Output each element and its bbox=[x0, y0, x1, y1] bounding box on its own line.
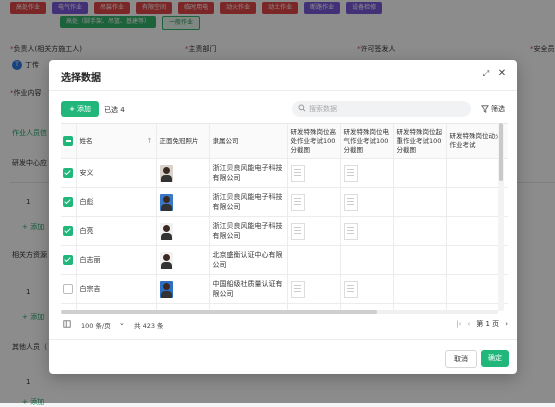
confirm-button[interactable]: 确定 bbox=[481, 350, 509, 367]
certificate-thumbnail[interactable] bbox=[343, 193, 358, 211]
table-row[interactable]: 白志丽 北京盛衡认证中心有限公司 bbox=[61, 245, 508, 275]
columns-icon[interactable] bbox=[63, 320, 71, 328]
row-cert-cell bbox=[340, 187, 394, 217]
col-lifting-cert: 研发特殊岗位起重作业考试100分截图 bbox=[393, 124, 447, 159]
row-photo-cell bbox=[156, 274, 210, 304]
row-cert-cell bbox=[393, 187, 447, 217]
certificate-thumbnail[interactable] bbox=[290, 164, 305, 182]
add-button-label: 添加 bbox=[76, 105, 91, 113]
select-data-dialog: 选择数据 ⤢ ✕ +添加 已选 4 筛选 姓名↑ 正面免冠照片 隶属公司 研发特… bbox=[49, 60, 517, 374]
row-cert-cell bbox=[340, 158, 394, 188]
plus-icon: + bbox=[69, 105, 75, 113]
selected-count: 已选 4 bbox=[104, 106, 125, 114]
row-company: 浙江贝良风能电子科技有限公司 bbox=[209, 158, 288, 188]
row-company: 浙江贝良风能电子科技有限公司 bbox=[209, 216, 288, 246]
table-row[interactable]: 白彪 浙江贝良风能电子科技有限公司 bbox=[61, 187, 508, 217]
table-row[interactable]: 安义 浙江贝良风能电子科技有限公司 bbox=[61, 158, 508, 188]
row-cert-cell bbox=[393, 274, 447, 304]
row-name: 白彪 bbox=[76, 187, 157, 217]
filter-label: 筛选 bbox=[491, 105, 505, 113]
row-cert-cell bbox=[287, 158, 341, 188]
row-cert-cell bbox=[340, 245, 394, 275]
certificate-thumbnail[interactable] bbox=[290, 193, 305, 211]
row-cert-cell bbox=[340, 216, 394, 246]
row-company: 北京盛衡认证中心有限公司 bbox=[209, 245, 288, 275]
row-checkbox[interactable] bbox=[63, 226, 74, 236]
data-table: 姓名 ↑ 正面免冠照片 隶属公司 研发特殊岗位高处作业考试100分截图 研发特殊岗… bbox=[61, 123, 508, 312]
table-row[interactable]: 白亮 浙江贝良风能电子科技有限公司 bbox=[61, 216, 508, 246]
page-indicator: 第 1 页 bbox=[476, 320, 500, 328]
maximize-icon[interactable]: ⤢ bbox=[481, 69, 491, 79]
horizontal-scroll-thumb[interactable] bbox=[61, 310, 377, 314]
col-photo: 正面免冠照片 bbox=[156, 124, 210, 159]
row-checkbox[interactable] bbox=[63, 255, 74, 265]
row-photo-cell bbox=[156, 187, 210, 217]
row-company: 浙江贝良风能电子科技有限公司 bbox=[209, 187, 288, 217]
table-row[interactable]: 白宗吉 中国船级社质量认证有限公司 bbox=[61, 274, 508, 304]
portrait-image[interactable] bbox=[159, 164, 173, 182]
certificate-thumbnail[interactable] bbox=[343, 222, 358, 240]
row-photo-cell bbox=[156, 158, 210, 188]
row-cert-cell bbox=[287, 216, 341, 246]
row-cert-cell bbox=[340, 274, 394, 304]
select-all-checkbox[interactable] bbox=[63, 136, 74, 146]
row-photo-cell bbox=[156, 245, 210, 275]
close-icon[interactable]: ✕ bbox=[496, 68, 508, 80]
page-size-select[interactable]: 100 条/页 bbox=[81, 320, 111, 330]
dialog-title: 选择数据 bbox=[61, 73, 101, 84]
row-checkbox[interactable] bbox=[63, 168, 74, 178]
certificate-thumbnail[interactable] bbox=[290, 280, 305, 298]
horizontal-scrollbar[interactable] bbox=[61, 310, 498, 314]
prev-page-icon[interactable]: ‹ bbox=[467, 320, 470, 328]
total-count: 共 423 条 bbox=[134, 322, 164, 330]
col-electric-cert: 研发特殊岗位电气作业考试100分截图 bbox=[340, 124, 394, 159]
vertical-scroll-thumb[interactable] bbox=[499, 123, 503, 181]
certificate-thumbnail[interactable] bbox=[343, 280, 358, 298]
portrait-image[interactable] bbox=[159, 193, 173, 211]
row-checkbox[interactable] bbox=[63, 197, 74, 207]
row-name: 白亮 bbox=[76, 216, 157, 246]
row-cert-cell bbox=[393, 158, 447, 188]
certificate-thumbnail[interactable] bbox=[290, 222, 305, 240]
row-cert-cell bbox=[393, 216, 447, 246]
row-photo-cell bbox=[156, 216, 210, 246]
vertical-scrollbar[interactable] bbox=[498, 123, 504, 311]
row-name: 白宗吉 bbox=[76, 274, 157, 304]
row-name: 安义 bbox=[76, 158, 157, 188]
next-page-icon[interactable]: › bbox=[505, 320, 508, 328]
col-height-cert: 研发特殊岗位高处作业考试100分截图 bbox=[287, 124, 341, 159]
header-divider bbox=[49, 90, 517, 91]
portrait-image[interactable] bbox=[159, 222, 173, 240]
search-icon bbox=[298, 104, 306, 112]
sort-icon[interactable]: ↑ bbox=[147, 137, 153, 146]
portrait-image[interactable] bbox=[159, 280, 173, 298]
footer-divider bbox=[49, 339, 517, 340]
row-cert-cell bbox=[287, 187, 341, 217]
chevron-down-icon[interactable]: ⌄ bbox=[119, 319, 125, 327]
table-header: 姓名 ↑ 正面免冠照片 隶属公司 研发特殊岗位高处作业考试100分截图 研发特殊岗… bbox=[61, 124, 508, 159]
pagination-bar: 100 条/页 ⌄ 共 423 条 |‹ ‹ 第 1 页 › bbox=[61, 318, 508, 332]
col-company: 隶属公司 bbox=[209, 124, 288, 159]
add-button[interactable]: + 添加 bbox=[61, 101, 99, 117]
filter-button[interactable]: 筛选 bbox=[481, 104, 505, 114]
page-navigation: |‹ ‹ 第 1 页 › bbox=[456, 319, 508, 329]
first-page-icon[interactable]: |‹ bbox=[456, 320, 461, 328]
portrait-image[interactable] bbox=[159, 251, 173, 269]
row-cert-cell bbox=[287, 245, 341, 275]
row-cert-cell bbox=[287, 274, 341, 304]
col-name[interactable]: 姓名 ↑ bbox=[76, 124, 157, 159]
search-box[interactable] bbox=[292, 101, 471, 117]
row-company: 中国船级社质量认证有限公司 bbox=[209, 274, 288, 304]
row-cert-cell bbox=[393, 245, 447, 275]
filter-icon bbox=[481, 105, 489, 113]
row-checkbox[interactable] bbox=[63, 284, 74, 294]
cancel-button[interactable]: 取消 bbox=[445, 350, 477, 368]
search-input[interactable] bbox=[309, 103, 459, 115]
certificate-thumbnail[interactable] bbox=[343, 164, 358, 182]
row-name: 白志丽 bbox=[76, 245, 157, 275]
